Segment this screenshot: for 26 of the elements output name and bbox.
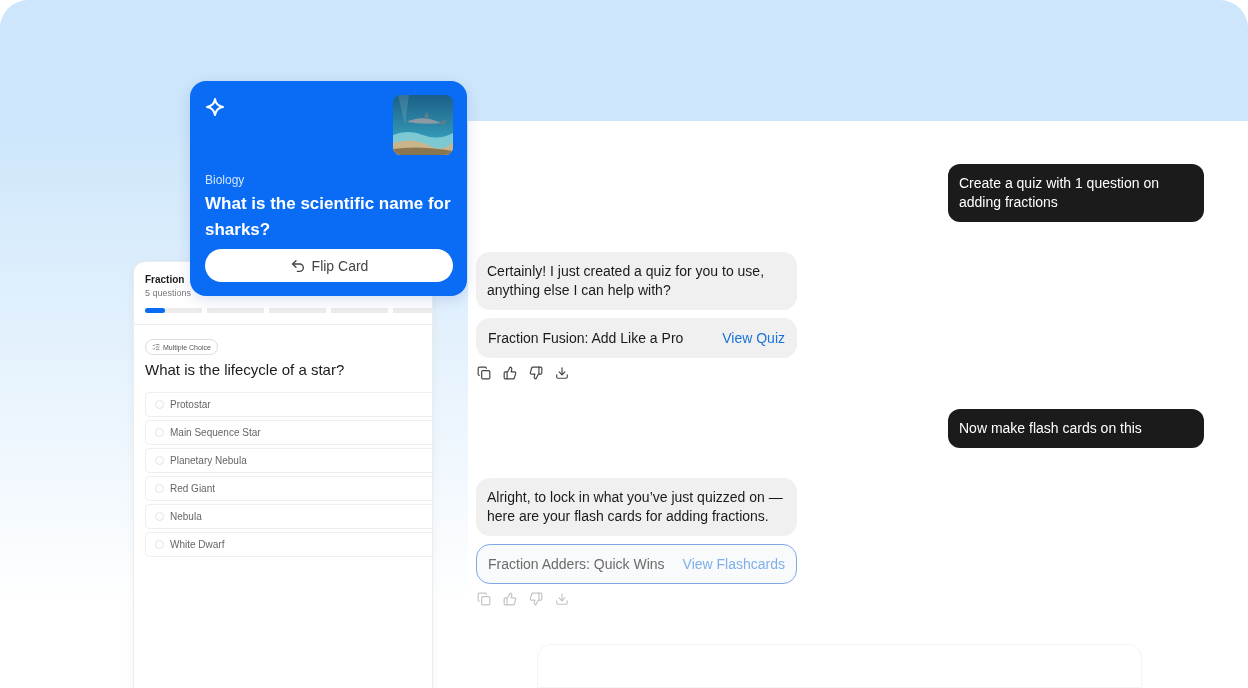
answer-option[interactable]: Planetary Nebula — [145, 448, 432, 473]
download-icon[interactable] — [555, 366, 569, 380]
flip-card-button[interactable]: Flip Card — [205, 249, 453, 282]
view-link[interactable]: View Quiz — [722, 330, 785, 346]
copy-icon[interactable] — [477, 366, 491, 380]
assistant-message: Certainly! I just created a quiz for you to use, anything else I can help with? — [476, 252, 797, 310]
thumbs-down-icon[interactable] — [529, 366, 543, 380]
list-icon — [152, 343, 160, 351]
answer-option[interactable]: Main Sequence Star — [145, 420, 432, 445]
quiz-title: Fraction — [145, 274, 186, 285]
thumbs-up-icon[interactable] — [503, 366, 517, 380]
answer-option[interactable]: Protostar — [145, 392, 432, 417]
undo-arrow-icon — [289, 257, 306, 274]
quiz-subtitle: 5 questions — [145, 288, 193, 298]
flashcard-subject: Biology — [205, 173, 246, 187]
answer-option[interactable]: Red Giant — [145, 476, 432, 501]
assistant-message: Alright, to lock in what you’ve just quizzed on — here are your flash cards for adding fractions. — [476, 478, 797, 536]
flashcard-question: What is the scientific name for sharks? — [205, 193, 452, 241]
attachment-title: Fraction Adders: Quick Wins — [488, 556, 665, 572]
user-message: Create a quiz with 1 question on adding fractions — [948, 164, 1204, 222]
sparkle-icon — [205, 97, 225, 117]
answer-option[interactable]: Nebula — [145, 504, 432, 529]
user-message: Now make flash cards on this — [948, 409, 1204, 448]
quiz-question: What is the lifecycle of a star? — [145, 361, 346, 378]
answer-option[interactable]: White Dwarf — [145, 532, 432, 557]
attachment-title: Fraction Fusion: Add Like a Pro — [488, 330, 684, 346]
